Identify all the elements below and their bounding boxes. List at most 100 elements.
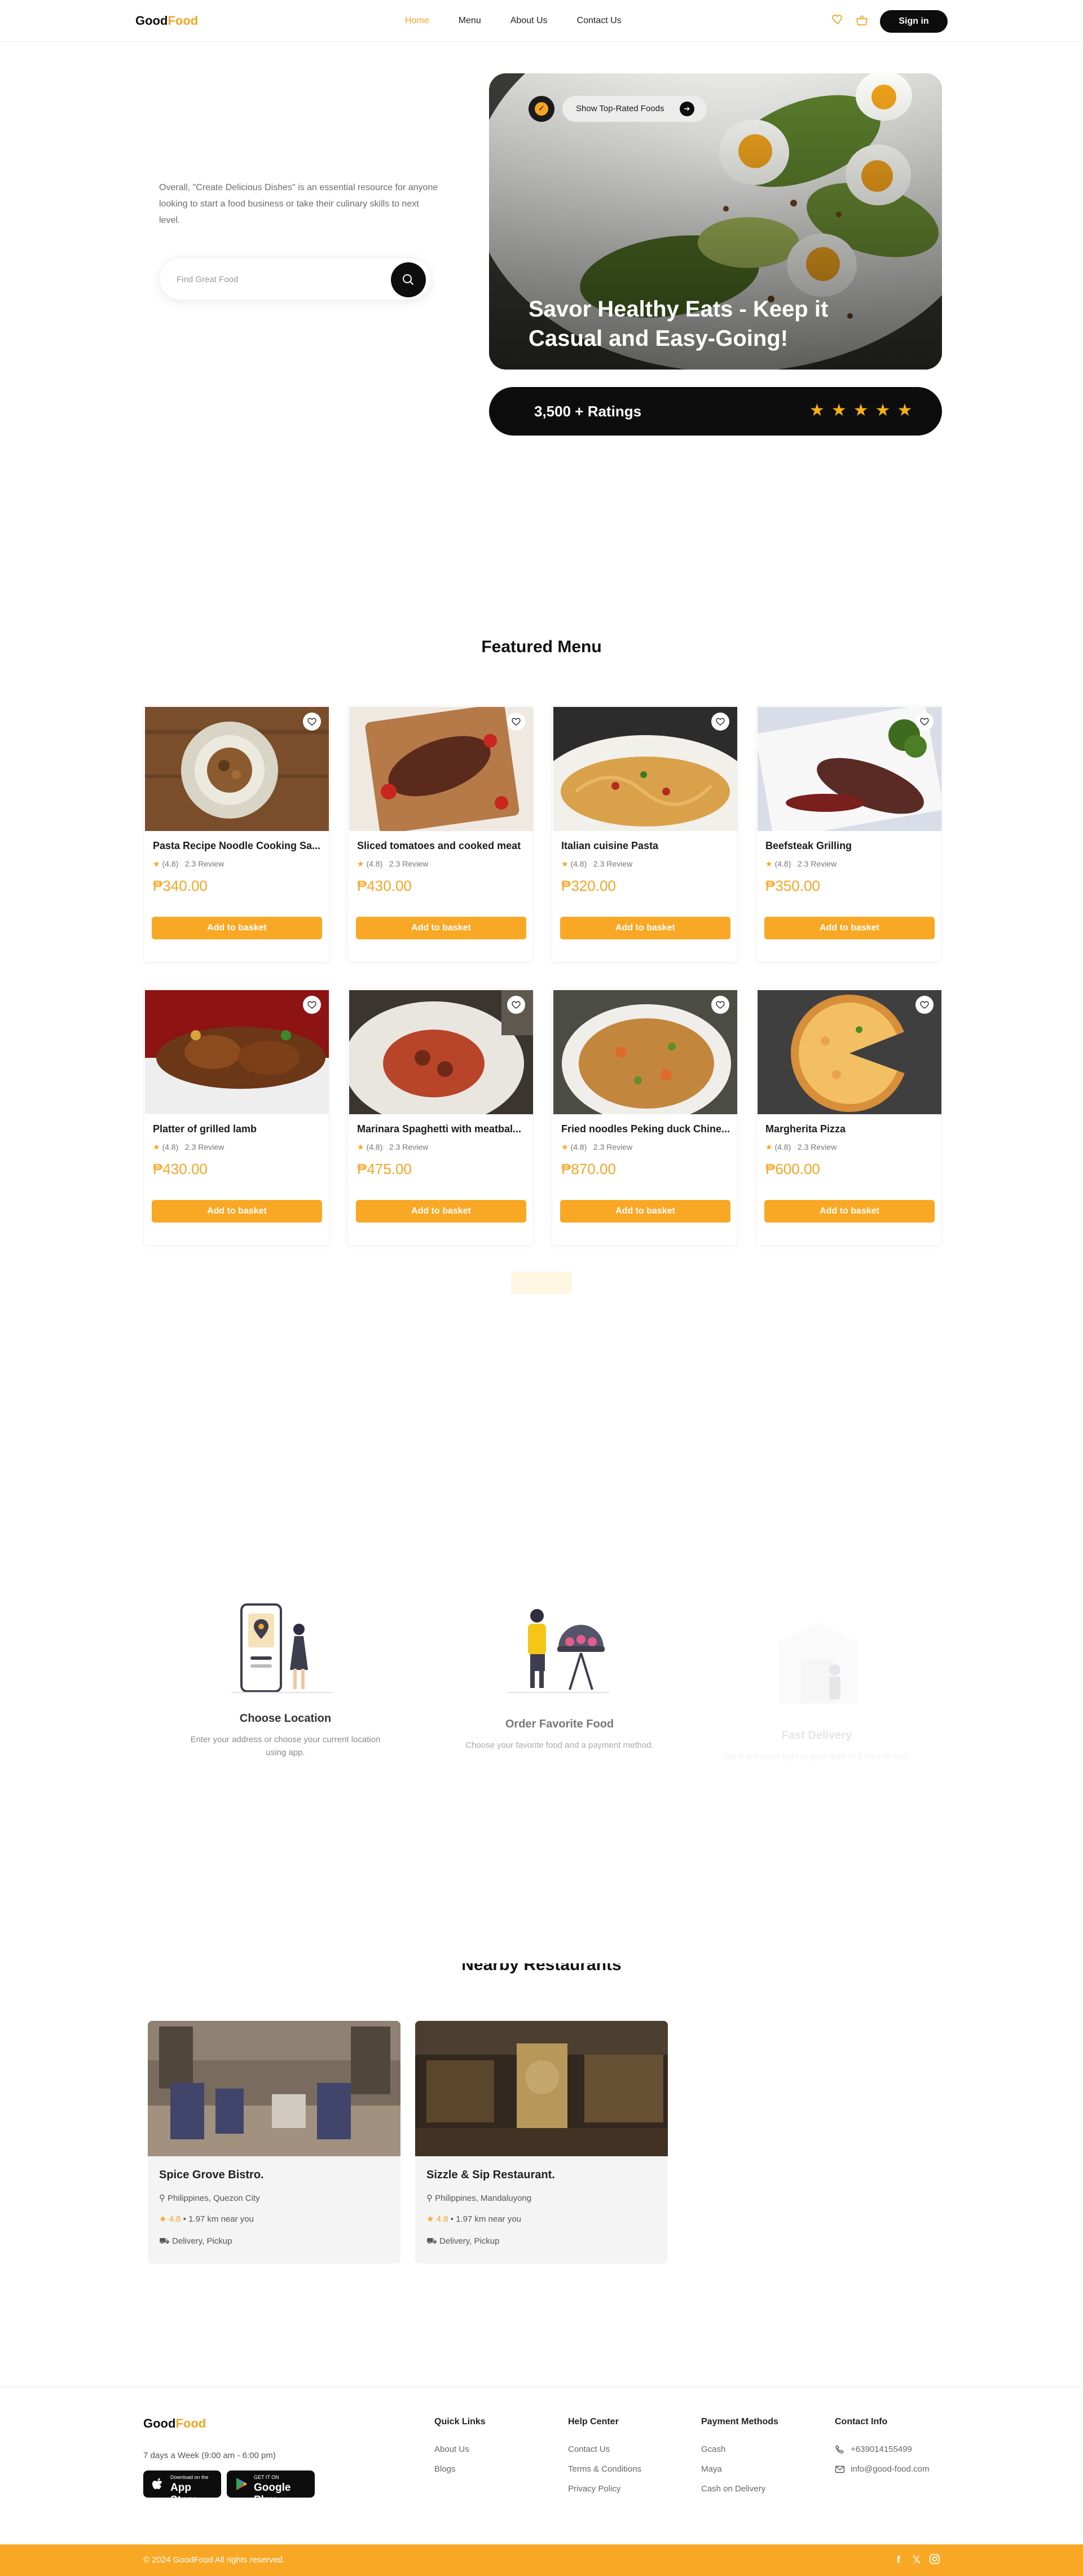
contact-phone[interactable]: +639014155499 — [851, 2445, 912, 2454]
nav-link-home[interactable]: Home — [405, 16, 429, 26]
menu-item-name: Marinara Spaghetti with meatbal... — [357, 1123, 522, 1135]
payment-methods-title: Payment Methods — [701, 2417, 778, 2426]
restaurant-rating: ★ 4.8 • 1.97 km near you — [159, 2214, 254, 2224]
menu-item-name: Italian cuisine Pasta — [561, 840, 659, 851]
menu-card[interactable]: Beefsteak Grilling ★ (4.8) 2.3 Review ₱350… — [756, 705, 942, 962]
add-to-basket-button[interactable]: Add to basket — [764, 917, 935, 939]
footer-link-about[interactable]: About Us — [434, 2445, 469, 2454]
nav-link-menu[interactable]: Menu — [459, 16, 481, 26]
star-icon: ★ — [765, 859, 773, 868]
rating-value: (4.8) — [366, 1142, 383, 1151]
check-icon: ✓ — [535, 102, 548, 116]
rating-value: 4.8 — [169, 2214, 181, 2224]
step-description: Choose your favorite food and a payment … — [465, 1740, 654, 1750]
heart-icon[interactable] — [507, 996, 525, 1014]
signin-button[interactable]: Sign in — [880, 10, 948, 33]
heart-icon[interactable] — [711, 996, 729, 1014]
contact-email[interactable]: info@good-food.com — [851, 2464, 929, 2474]
add-to-basket-button[interactable]: Add to basket — [356, 917, 526, 939]
nav-link-contact[interactable]: Contact Us — [577, 16, 622, 26]
review-count: 2.3 Review — [389, 859, 429, 868]
heart-icon[interactable] — [303, 713, 321, 731]
mail-icon — [835, 2465, 845, 2473]
menu-card[interactable]: Margherita Pizza ★ (4.8) 2.3 Review ₱600.0… — [756, 988, 942, 1246]
heart-icon[interactable] — [830, 12, 845, 27]
app-store-button[interactable]: Download on the App Store — [143, 2471, 221, 2506]
distance-text: • 1.97 km near you — [450, 2214, 521, 2224]
add-to-basket-button[interactable]: Add to basket — [152, 917, 322, 939]
rating-value: (4.8) — [570, 859, 587, 868]
step-title: Order Favorite Food — [505, 1718, 614, 1730]
menu-card[interactable]: Sliced tomatoes and cooked meat ★ (4.8) 2… — [347, 705, 534, 962]
order-food-illustration — [508, 1609, 609, 1693]
menu-item-price: ₱870.00 — [561, 1160, 616, 1177]
hero-description: Overall, "Create Delicious Dishes" is an… — [159, 183, 438, 225]
menu-card[interactable]: Marinara Spaghetti with meatbal... ★ (4.8… — [347, 988, 534, 1246]
heart-icon[interactable] — [915, 996, 934, 1014]
star-icon: ★ — [426, 2214, 437, 2224]
menu-item-photo — [145, 990, 329, 1114]
nearby-restaurants-title: Nearby Restaurants — [461, 1963, 622, 1974]
facebook-icon[interactable]: f — [892, 2553, 905, 2566]
add-to-basket-button[interactable]: Add to basket — [152, 1200, 322, 1223]
search-bar — [159, 257, 431, 300]
heart-icon[interactable] — [711, 713, 729, 731]
add-to-basket-button[interactable]: Add to basket — [560, 917, 730, 939]
menu-item-name: Fried noodles Peking duck Chine... — [561, 1123, 730, 1135]
view-more-button[interactable] — [511, 1272, 572, 1294]
footer-bottom-bar: © 2024 GoodFood All rights reserved. f 𝕏 — [0, 2544, 1083, 2576]
googleplay-small-text: GET IT ON — [254, 2474, 279, 2480]
star-icon: ★ — [357, 859, 364, 868]
menu-item-price: ₱430.00 — [153, 1160, 208, 1177]
heart-icon[interactable] — [507, 713, 525, 731]
logo-good: Good — [135, 14, 168, 28]
top-rated-pill[interactable]: Show Top-Rated Foods ➔ — [562, 96, 707, 122]
rating-value: 4.8 — [436, 2214, 448, 2224]
instagram-icon[interactable] — [928, 2553, 941, 2566]
services-text: Delivery, Pickup — [439, 2236, 500, 2246]
search-input[interactable] — [177, 272, 380, 286]
add-to-basket-button[interactable]: Add to basket — [764, 1200, 935, 1223]
menu-item-photo — [349, 990, 533, 1114]
search-button[interactable] — [391, 262, 426, 297]
step-title: Choose Location — [239, 1712, 332, 1725]
logo[interactable]: GoodFood — [135, 14, 198, 28]
choose-location-illustration — [231, 1603, 333, 1693]
menu-card[interactable]: Fried noodles Peking duck Chine... ★ (4.8… — [552, 988, 738, 1246]
footer-link-terms[interactable]: Terms & Conditions — [568, 2464, 641, 2474]
heart-icon[interactable] — [915, 713, 934, 731]
add-to-basket-button[interactable]: Add to basket — [560, 1200, 730, 1223]
heart-icon[interactable] — [303, 996, 321, 1014]
menu-item-rating: ★ (4.8) 2.3 Review — [153, 1142, 224, 1152]
star-rating-icons: ★★★★★ — [809, 401, 919, 420]
basket-icon[interactable] — [855, 14, 870, 28]
location-pin-icon: ⚲ — [159, 2193, 168, 2203]
nav-link-about[interactable]: About Us — [510, 16, 548, 26]
rating-value: (4.8) — [774, 859, 791, 868]
restaurant-card[interactable]: Sizzle & Sip Restaurant. ⚲ Philippines, … — [415, 2021, 668, 2263]
restaurant-photo — [415, 2021, 668, 2156]
x-twitter-icon[interactable]: 𝕏 — [910, 2553, 923, 2566]
rating-value: (4.8) — [162, 1142, 179, 1151]
menu-item-rating: ★ (4.8) 2.3 Review — [561, 1142, 632, 1152]
rating-value: (4.8) — [774, 1142, 791, 1151]
google-play-button[interactable]: GET IT ON Google Play — [227, 2471, 315, 2506]
footer-logo[interactable]: GoodFood — [143, 2416, 206, 2431]
restaurant-name: Spice Grove Bistro. — [159, 2169, 264, 2181]
nav-links: Home Menu About Us Contact Us — [405, 16, 651, 26]
footer-link-privacy[interactable]: Privacy Policy — [568, 2484, 620, 2494]
appstore-big-text: App Store — [170, 2482, 198, 2506]
review-count: 2.3 Review — [184, 859, 224, 868]
menu-card[interactable]: Platter of grilled lamb ★ (4.8) 2.3 Revie… — [143, 988, 329, 1246]
footer-link-blogs[interactable]: Blogs — [434, 2464, 456, 2474]
restaurant-card[interactable]: Spice Grove Bistro. ⚲ Philippines, Quezo… — [148, 2021, 400, 2263]
ratings-bar: 3,500 + Ratings ★★★★★ — [489, 387, 942, 436]
location-text: Philippines, Mandaluyong — [435, 2193, 532, 2203]
star-icon: ★ — [561, 1142, 569, 1151]
menu-card[interactable]: Italian cuisine Pasta ★ (4.8) 2.3 Review ₱… — [552, 705, 738, 962]
review-count: 2.3 Review — [593, 1142, 633, 1151]
add-to-basket-button[interactable]: Add to basket — [356, 1200, 526, 1223]
footer-link-contact[interactable]: Contact Us — [568, 2445, 610, 2454]
copyright-text: © 2024 GoodFood All rights reserved. — [143, 2555, 285, 2565]
menu-card[interactable]: Pasta Recipe Noodle Cooking Sa... ★ (4.8)… — [143, 705, 329, 962]
